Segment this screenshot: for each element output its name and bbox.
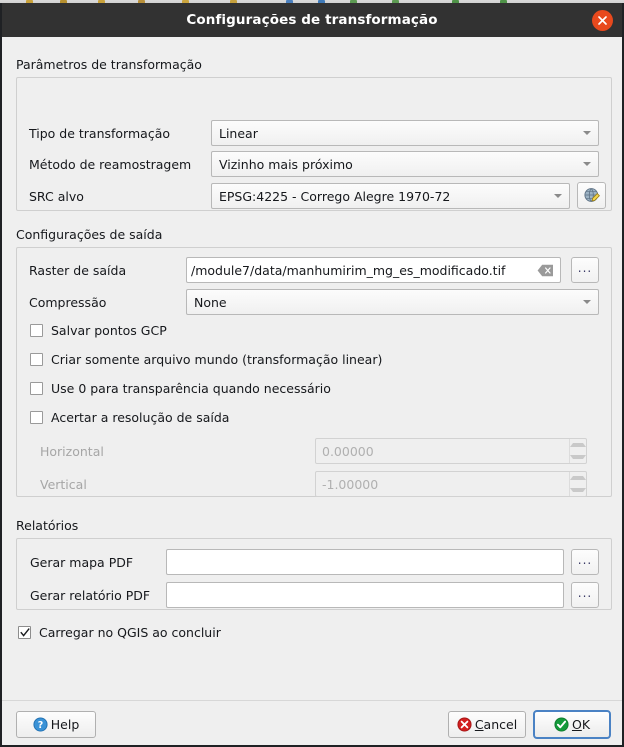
ok-icon — [554, 717, 569, 732]
cancel-mnemonic: C — [474, 717, 484, 732]
checkbox-load-in-qgis-label: Carregar no QGIS ao concluir — [39, 625, 221, 640]
cancel-button[interactable]: Cancel — [448, 711, 526, 738]
label-vertical-resolution: Vertical — [40, 477, 87, 492]
help-button[interactable]: ? Help — [16, 711, 96, 738]
label-compression: Compressão — [29, 295, 107, 310]
svg-text:?: ? — [37, 720, 43, 731]
ok-button-label: OK — [572, 717, 590, 732]
combo-compression-value: None — [194, 294, 227, 310]
bottom-separator — [2, 700, 622, 701]
label-transformation-type: Tipo de transformação — [29, 126, 170, 141]
browse-pdf-report-button[interactable]: ... — [571, 582, 599, 608]
ok-mnemonic: O — [571, 717, 582, 732]
clear-icon[interactable] — [537, 264, 554, 277]
check-icon — [19, 628, 30, 637]
section-title-reports: Relatórios — [16, 518, 79, 533]
close-button[interactable] — [592, 10, 613, 31]
checkbox-world-file-only[interactable]: Criar somente arquivo mundo (transformaç… — [30, 352, 382, 367]
spinner-down-icon[interactable] — [570, 451, 586, 463]
help-button-label: Help — [50, 717, 80, 732]
chevron-down-icon — [576, 131, 598, 135]
checkbox-set-output-resolution-label: Acertar a resolução de saída — [51, 410, 230, 425]
dialog-titlebar: Configurações de transformação — [2, 3, 622, 37]
checkbox-save-gcp-points[interactable]: Salvar pontos GCP — [30, 323, 167, 338]
combo-target-crs-value: EPSG:4225 - Corrego Alegre 1970-72 — [219, 188, 451, 204]
spinner-buttons[interactable] — [569, 472, 586, 496]
ok-button[interactable]: OK — [533, 710, 611, 739]
section-title-output-settings: Configurações de saída — [16, 227, 163, 242]
combo-transformation-type-value: Linear — [219, 125, 258, 141]
horizontal-resolution-spinner[interactable]: 0.00000 — [315, 438, 587, 464]
checkbox-use-zero-transparency-label: Use 0 para transparência quando necessár… — [51, 381, 331, 396]
crs-globe-icon — [583, 187, 600, 202]
browse-pdf-map-button[interactable]: ... — [571, 549, 599, 575]
checkbox-use-zero-transparency[interactable]: Use 0 para transparência quando necessár… — [30, 381, 331, 396]
combo-transformation-type[interactable]: Linear — [211, 120, 599, 146]
combo-compression[interactable]: None — [186, 289, 599, 315]
label-target-crs: SRC alvo — [29, 189, 84, 204]
spinner-down-icon[interactable] — [570, 484, 586, 496]
horizontal-resolution-value: 0.00000 — [322, 443, 374, 459]
spinner-up-icon[interactable] — [570, 439, 586, 451]
cancel-button-label: Cancel — [475, 717, 517, 732]
close-icon — [598, 16, 607, 25]
chevron-down-icon — [576, 162, 598, 166]
label-generate-pdf-report: Gerar relatório PDF — [30, 588, 151, 603]
checkbox-world-file-only-label: Criar somente arquivo mundo (transformaç… — [51, 352, 383, 367]
chevron-down-icon — [547, 194, 569, 198]
cancel-rest: ancel — [483, 717, 518, 732]
section-title-transform-params: Parâmetros de transformação — [16, 57, 202, 72]
combo-target-crs[interactable]: EPSG:4225 - Corrego Alegre 1970-72 — [211, 183, 570, 209]
vertical-resolution-value: -1.00000 — [322, 476, 379, 492]
output-raster-value: /module7/data/manhumirim_mg_es_modificad… — [191, 262, 506, 278]
output-raster-input[interactable]: /module7/data/manhumirim_mg_es_modificad… — [186, 257, 561, 283]
generate-pdf-report-input[interactable] — [166, 582, 564, 608]
label-output-raster: Raster de saída — [29, 263, 127, 278]
checkbox-box — [30, 411, 43, 424]
checkbox-save-gcp-points-label: Salvar pontos GCP — [51, 323, 167, 338]
checkbox-box — [30, 324, 43, 337]
label-generate-pdf-map: Gerar mapa PDF — [30, 555, 134, 570]
combo-resampling-method[interactable]: Vizinho mais próximo — [211, 151, 599, 177]
dialog-body: Parâmetros de transformação Tipo de tran… — [2, 37, 622, 745]
checkbox-box — [30, 382, 43, 395]
label-horizontal-resolution: Horizontal — [40, 444, 104, 459]
checkbox-load-in-qgis[interactable]: Carregar no QGIS ao concluir — [18, 625, 221, 640]
spinner-buttons[interactable] — [569, 439, 586, 463]
checkbox-set-output-resolution[interactable]: Acertar a resolução de saída — [30, 410, 229, 425]
chevron-down-icon — [576, 300, 598, 304]
checkbox-box — [30, 353, 43, 366]
dialog-title: Configurações de transformação — [186, 12, 438, 28]
browse-output-raster-button[interactable]: ... — [571, 257, 599, 283]
spinner-up-icon[interactable] — [570, 472, 586, 484]
label-resampling-method: Método de reamostragem — [29, 157, 192, 172]
select-crs-button[interactable] — [577, 182, 606, 209]
ok-rest: K — [581, 717, 591, 732]
help-icon: ? — [33, 717, 48, 732]
combo-resampling-method-value: Vizinho mais próximo — [219, 156, 353, 172]
vertical-resolution-spinner[interactable]: -1.00000 — [315, 471, 587, 497]
transformation-settings-dialog: Configurações de transformação Parâmetro… — [0, 3, 624, 747]
checkbox-box — [18, 626, 31, 639]
generate-pdf-map-input[interactable] — [166, 549, 564, 575]
cancel-icon — [457, 717, 472, 732]
